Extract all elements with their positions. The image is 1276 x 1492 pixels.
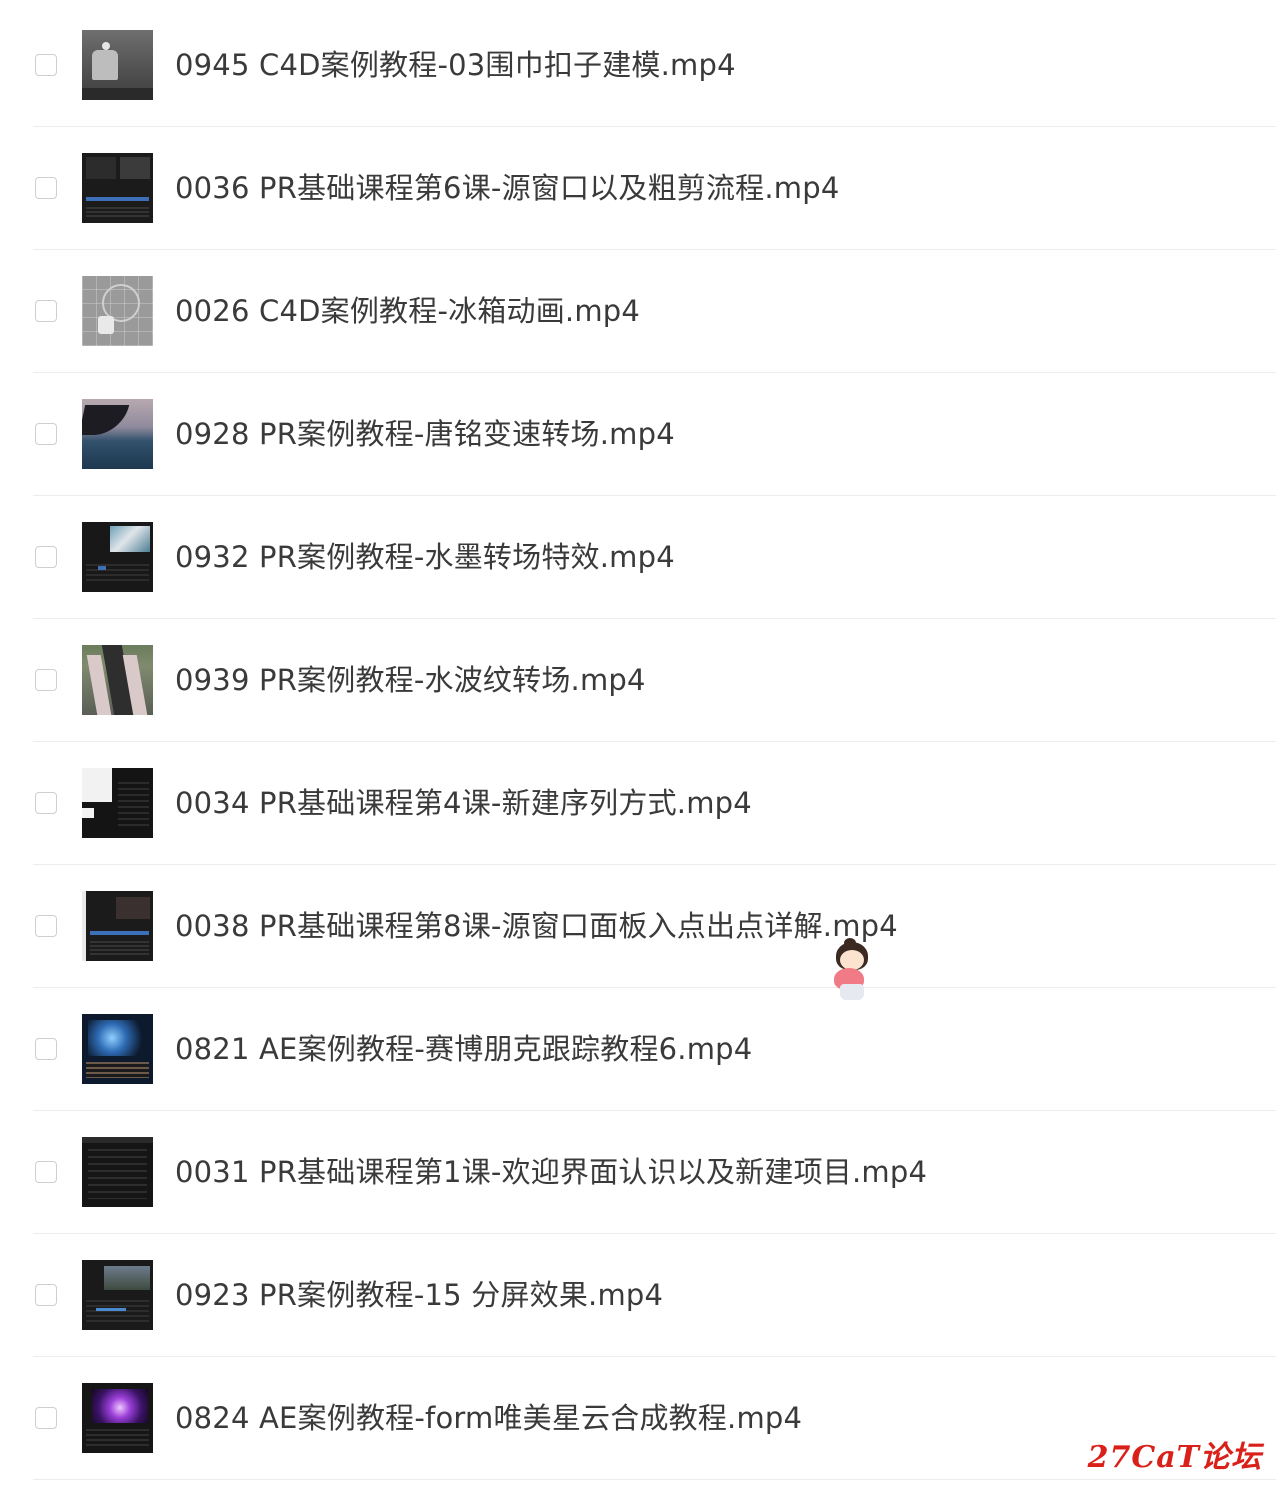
file-row[interactable]: 0821 AE案例教程-赛博朋克跟踪教程6.mp4	[0, 988, 1276, 1111]
video-thumbnail	[82, 399, 153, 469]
video-thumbnail	[82, 30, 153, 100]
file-checkbox[interactable]	[35, 1407, 57, 1429]
file-checkbox[interactable]	[35, 300, 57, 322]
file-checkbox[interactable]	[35, 423, 57, 445]
file-row[interactable]: 0945 C4D案例教程-03围巾扣子建模.mp4	[0, 4, 1276, 127]
file-row[interactable]: 0932 PR案例教程-水墨转场特效.mp4	[0, 496, 1276, 619]
video-thumbnail	[82, 1383, 153, 1453]
file-name[interactable]: 0821 AE案例教程-赛博朋克跟踪教程6.mp4	[175, 1030, 752, 1068]
file-name[interactable]: 0026 C4D案例教程-冰箱动画.mp4	[175, 292, 640, 330]
mascot-sticker	[830, 938, 874, 1004]
file-list: 0945 C4D案例教程-03围巾扣子建模.mp4 0036 PR基础课程第6课…	[0, 4, 1276, 1480]
file-name[interactable]: 0824 AE案例教程-form唯美星云合成教程.mp4	[175, 1399, 802, 1437]
file-row[interactable]: 0939 PR案例教程-水波纹转场.mp4	[0, 619, 1276, 742]
video-thumbnail	[82, 1137, 153, 1207]
video-thumbnail	[82, 768, 153, 838]
file-name[interactable]: 0036 PR基础课程第6课-源窗口以及粗剪流程.mp4	[175, 169, 840, 207]
file-checkbox[interactable]	[35, 1038, 57, 1060]
row-divider	[33, 1479, 1276, 1480]
video-thumbnail	[82, 1260, 153, 1330]
file-name[interactable]: 0923 PR案例教程-15 分屏效果.mp4	[175, 1276, 663, 1314]
file-name[interactable]: 0939 PR案例教程-水波纹转场.mp4	[175, 661, 646, 699]
video-thumbnail	[82, 891, 153, 961]
file-name[interactable]: 0034 PR基础课程第4课-新建序列方式.mp4	[175, 784, 752, 822]
file-name[interactable]: 0932 PR案例教程-水墨转场特效.mp4	[175, 538, 675, 576]
file-checkbox[interactable]	[35, 177, 57, 199]
video-thumbnail	[82, 153, 153, 223]
file-row[interactable]: 0026 C4D案例教程-冰箱动画.mp4	[0, 250, 1276, 373]
file-checkbox[interactable]	[35, 54, 57, 76]
video-thumbnail	[82, 522, 153, 592]
file-name[interactable]: 0038 PR基础课程第8课-源窗口面板入点出点详解.mp4	[175, 907, 898, 945]
file-checkbox[interactable]	[35, 1161, 57, 1183]
file-row[interactable]: 0038 PR基础课程第8课-源窗口面板入点出点详解.mp4	[0, 865, 1276, 988]
file-checkbox[interactable]	[35, 546, 57, 568]
file-name[interactable]: 0928 PR案例教程-唐铭变速转场.mp4	[175, 415, 675, 453]
file-row[interactable]: 0031 PR基础课程第1课-欢迎界面认识以及新建项目.mp4	[0, 1111, 1276, 1234]
video-thumbnail	[82, 1014, 153, 1084]
file-row[interactable]: 0824 AE案例教程-form唯美星云合成教程.mp4	[0, 1357, 1276, 1480]
video-thumbnail	[82, 645, 153, 715]
file-row[interactable]: 0928 PR案例教程-唐铭变速转场.mp4	[0, 373, 1276, 496]
file-name[interactable]: 0031 PR基础课程第1课-欢迎界面认识以及新建项目.mp4	[175, 1153, 927, 1191]
file-checkbox[interactable]	[35, 669, 57, 691]
file-row[interactable]: 0036 PR基础课程第6课-源窗口以及粗剪流程.mp4	[0, 127, 1276, 250]
file-checkbox[interactable]	[35, 1284, 57, 1306]
watermark-logo: 27CaT论坛	[1087, 1440, 1262, 1475]
file-checkbox[interactable]	[35, 792, 57, 814]
video-thumbnail	[82, 276, 153, 346]
file-checkbox[interactable]	[35, 915, 57, 937]
file-row[interactable]: 0034 PR基础课程第4课-新建序列方式.mp4	[0, 742, 1276, 865]
file-row[interactable]: 0923 PR案例教程-15 分屏效果.mp4	[0, 1234, 1276, 1357]
file-name[interactable]: 0945 C4D案例教程-03围巾扣子建模.mp4	[175, 46, 736, 84]
